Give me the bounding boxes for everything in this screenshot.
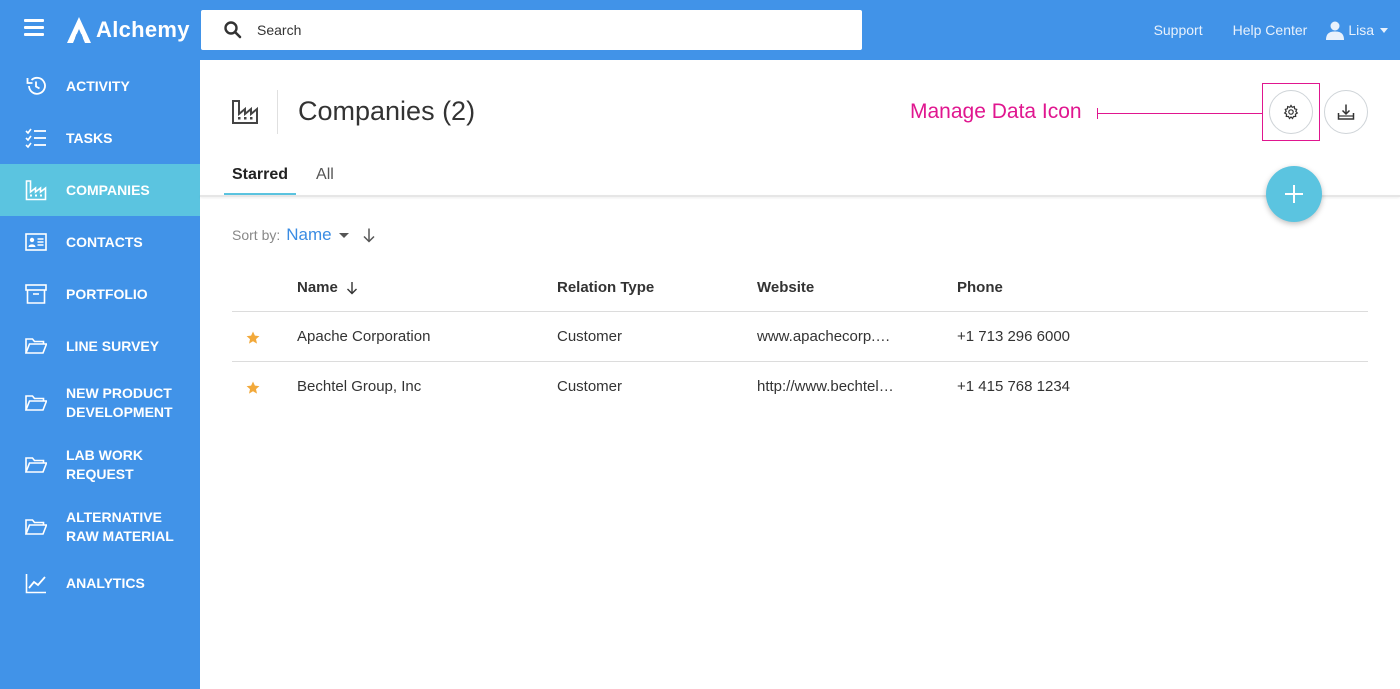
sidebar-item-analytics[interactable]: ANALYTICS [0, 558, 200, 610]
archive-box-icon [25, 284, 47, 304]
search-input[interactable] [257, 22, 817, 38]
relation-type: Customer [557, 378, 623, 395]
sort-bar: Sort by: Name [232, 225, 376, 245]
top-links: Support Help Center Lisa [1124, 0, 1388, 60]
sort-label: Sort by: [232, 227, 281, 243]
main-content: Companies (2) Manage Data Icon Starred A… [200, 60, 1400, 689]
sidebar-item-label: NEW PRODUCT DEVELOPMENT [66, 385, 173, 420]
sidebar-item-alternative-raw-material[interactable]: ALTERNATIVE RAW MATERIAL [0, 496, 200, 558]
download-button[interactable] [1324, 90, 1368, 134]
companies-table: Name Relation Type Website Phone Apache … [232, 262, 1368, 412]
column-header-phone[interactable]: Phone [957, 279, 1003, 296]
tab-starred[interactable]: Starred [224, 160, 297, 196]
hamburger-menu-icon[interactable] [24, 19, 44, 37]
sidebar-item-label: PORTFOLIO [66, 286, 148, 302]
chevron-down-icon [1380, 27, 1388, 33]
checklist-icon [25, 128, 46, 149]
sidebar-item-portfolio[interactable]: PORTFOLIO [0, 268, 200, 320]
star-icon[interactable] [246, 381, 260, 395]
sidebar-item-label: ALTERNATIVE RAW MATERIAL [66, 509, 174, 544]
folder-open-icon [25, 338, 47, 354]
user-menu[interactable]: Lisa [1325, 20, 1388, 40]
sidebar: ACTIVITY TASKS COMPANIES CONTACTS PORTFO… [0, 60, 200, 689]
manage-data-button[interactable] [1269, 90, 1313, 134]
contact-card-icon [25, 233, 47, 251]
sidebar-item-tasks[interactable]: TASKS [0, 112, 200, 164]
relation-type: Customer [557, 328, 623, 345]
gear-icon [1283, 104, 1299, 120]
caret-down-icon[interactable] [338, 232, 349, 238]
sidebar-item-activity[interactable]: ACTIVITY [0, 60, 200, 112]
sort-field-dropdown[interactable]: Name [286, 225, 331, 245]
sort-direction-arrow-icon[interactable] [362, 227, 376, 243]
sidebar-item-lab-work-request[interactable]: LAB WORK REQUEST [0, 434, 200, 496]
page-title: Companies (2) [298, 96, 476, 126]
website-link[interactable]: http://www.bechtel… [757, 378, 894, 395]
factory-icon [232, 100, 258, 124]
phone-number: +1 415 768 1234 [957, 378, 1071, 395]
table-header: Name Relation Type Website Phone [232, 262, 1368, 312]
folder-open-icon [25, 395, 47, 411]
app-name: Alchemy [96, 17, 190, 42]
star-icon[interactable] [246, 331, 260, 345]
sidebar-item-label: ANALYTICS [66, 575, 145, 591]
company-name[interactable]: Bechtel Group, Inc [297, 378, 421, 395]
tab-all[interactable]: All [308, 160, 342, 196]
column-header-website[interactable]: Website [757, 279, 814, 296]
table-row[interactable]: Bechtel Group, Inc Customer http://www.b… [232, 362, 1368, 412]
support-link[interactable]: Support [1154, 22, 1203, 38]
user-avatar-icon [1326, 21, 1345, 40]
sidebar-item-label: COMPANIES [66, 182, 150, 198]
app-logo[interactable]: Alchemy [66, 14, 190, 46]
top-bar: Alchemy Support Help Center Lisa [0, 0, 1400, 60]
download-icon [1337, 104, 1355, 120]
sidebar-item-companies[interactable]: COMPANIES [0, 164, 200, 216]
annotation-label: Manage Data Icon [910, 100, 1082, 123]
sidebar-item-label: LINE SURVEY [66, 338, 160, 354]
column-header-label: Name [297, 279, 338, 296]
sort-arrow-down-icon [346, 281, 357, 294]
folder-open-icon [25, 457, 47, 473]
alchemy-logo-icon [67, 17, 91, 43]
search-icon [224, 21, 242, 39]
line-chart-icon [25, 574, 46, 594]
sidebar-item-label: ACTIVITY [66, 78, 130, 94]
folder-open-icon [25, 519, 47, 535]
table-row[interactable]: Apache Corporation Customer www.apacheco… [232, 312, 1368, 362]
column-header-relation-type[interactable]: Relation Type [557, 279, 654, 296]
search-bar [201, 10, 862, 50]
add-company-button[interactable] [1266, 166, 1322, 222]
sidebar-item-line-survey[interactable]: LINE SURVEY [0, 320, 200, 372]
title-divider [277, 90, 278, 134]
sidebar-item-label: LAB WORK REQUEST [66, 447, 143, 482]
factory-icon [25, 180, 47, 201]
sidebar-item-contacts[interactable]: CONTACTS [0, 216, 200, 268]
sidebar-item-new-product-development[interactable]: NEW PRODUCT DEVELOPMENT [0, 372, 200, 434]
phone-number: +1 713 296 6000 [957, 328, 1071, 345]
column-header-name[interactable]: Name [297, 279, 358, 296]
sidebar-item-label: TASKS [66, 130, 113, 146]
company-name[interactable]: Apache Corporation [297, 328, 430, 345]
sidebar-item-label: CONTACTS [66, 234, 143, 250]
help-center-link[interactable]: Help Center [1233, 22, 1308, 38]
website-link[interactable]: www.apachecorp.c… [757, 328, 897, 345]
history-icon [26, 76, 46, 95]
annotation-pointer [1097, 113, 1262, 114]
plus-icon [1285, 185, 1303, 203]
tabs-divider [200, 195, 1400, 197]
tab-bar: Starred All [224, 160, 354, 196]
user-name: Lisa [1348, 22, 1374, 38]
